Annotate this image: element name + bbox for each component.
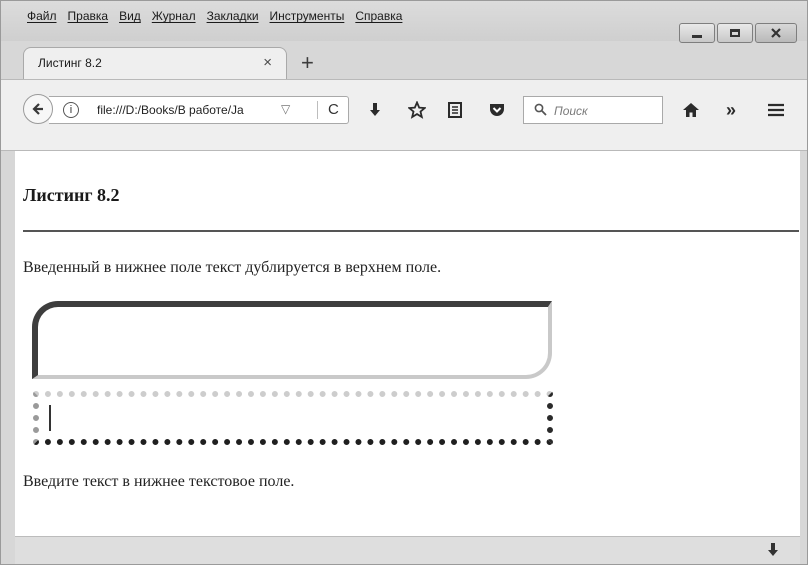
page-heading: Листинг 8.2 — [23, 185, 120, 205]
description-text: Введенный в нижнее поле текст дублируетс… — [23, 259, 442, 276]
hamburger-menu-icon — [768, 103, 784, 117]
minimize-icon — [692, 34, 702, 38]
url-bar[interactable]: i file:///D:/Books/В работе/Ja ▽ C — [49, 96, 349, 124]
download-status-icon[interactable] — [766, 542, 780, 563]
overflow-button[interactable]: » — [719, 96, 743, 124]
maximize-icon — [730, 29, 740, 37]
search-input[interactable]: Поиск — [523, 96, 663, 124]
menu-edit[interactable]: Правка — [68, 9, 109, 23]
new-tab-button[interactable]: + — [301, 50, 314, 76]
window-controls — [679, 23, 797, 43]
star-icon — [408, 101, 426, 119]
url-text[interactable]: file:///D:/Books/В работе/Ja — [97, 103, 277, 117]
maximize-button[interactable] — [717, 23, 753, 43]
menu-items: Файл Правка Вид Журнал Закладки Инструме… — [27, 9, 413, 23]
tab-close-icon[interactable]: × — [263, 54, 272, 71]
menu-button[interactable] — [763, 96, 789, 124]
menu-bar: Файл Правка Вид Журнал Закладки Инструме… — [1, 1, 807, 43]
close-icon — [771, 28, 781, 38]
menu-tools[interactable]: Инструменты — [270, 9, 345, 23]
status-bar — [15, 536, 800, 564]
menu-view[interactable]: Вид — [119, 9, 141, 23]
url-dropdown-icon[interactable]: ▽ — [281, 102, 290, 116]
navigation-toolbar: i file:///D:/Books/В работе/Ja ▽ C Поиск… — [1, 79, 807, 151]
info-icon[interactable]: i — [63, 102, 79, 118]
bookmark-button[interactable] — [405, 96, 429, 124]
menu-history[interactable]: Журнал — [152, 9, 196, 23]
pocket-button[interactable] — [485, 96, 509, 124]
search-placeholder: Поиск — [554, 104, 588, 118]
close-window-button[interactable] — [755, 23, 797, 43]
back-arrow-icon — [32, 103, 43, 115]
browser-window: Файл Правка Вид Журнал Закладки Инструме… — [0, 0, 808, 565]
pocket-icon — [490, 104, 504, 116]
page-content: Листинг 8.2 Введенный в нижнее поле текс… — [15, 151, 800, 536]
home-icon — [683, 103, 699, 117]
minimize-button[interactable] — [679, 23, 715, 43]
back-button[interactable] — [23, 94, 53, 124]
search-icon — [534, 103, 547, 119]
menu-file[interactable]: Файл — [27, 9, 57, 23]
download-icon — [370, 103, 380, 116]
menu-bookmarks[interactable]: Закладки — [207, 9, 259, 23]
home-button[interactable] — [679, 96, 703, 124]
menu-help[interactable]: Справка — [355, 9, 402, 23]
tab-title: Листинг 8.2 — [38, 56, 102, 70]
instruction-text: Введите текст в нижнее текстовое поле. — [23, 473, 295, 490]
reader-list-icon — [448, 102, 462, 118]
tab-listing[interactable]: Листинг 8.2 × — [23, 47, 287, 79]
horizontal-rule — [23, 230, 799, 232]
upper-text-field[interactable] — [32, 301, 552, 379]
download-button[interactable] — [363, 96, 387, 124]
text-cursor — [49, 405, 51, 431]
reload-icon[interactable]: C — [317, 101, 339, 119]
lower-text-field[interactable] — [33, 391, 553, 445]
reader-list-button[interactable] — [443, 96, 467, 124]
